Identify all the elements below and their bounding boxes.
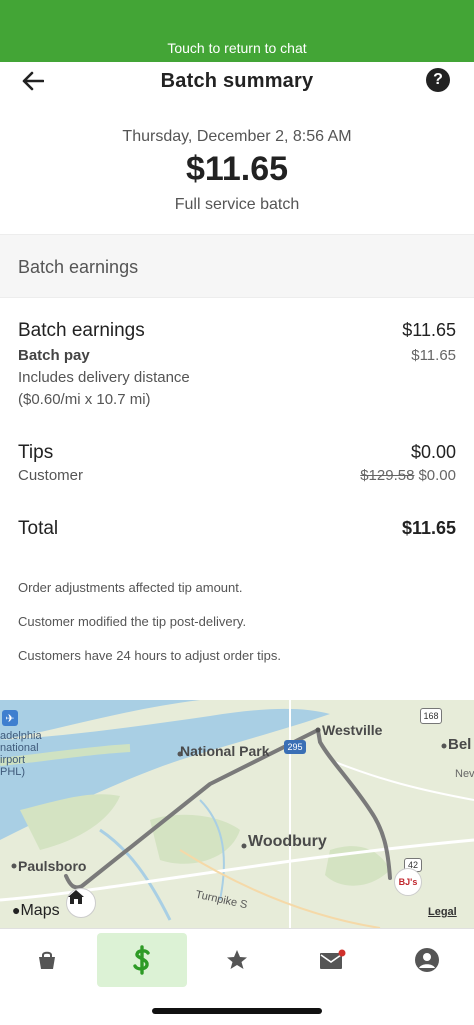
tab-ratings[interactable] [192, 933, 282, 987]
store-logo: BJ's [398, 877, 418, 887]
shopping-bag-icon [39, 951, 55, 969]
distance-row-1: Includes delivery distance [18, 369, 456, 389]
header-bar: Batch summary ? [0, 62, 474, 102]
account-icon [415, 948, 439, 972]
map-label-airport-1: adelphia [0, 730, 42, 742]
map-label-bel: Bel [448, 736, 472, 753]
star-icon [227, 950, 247, 969]
distance-text-2: ($0.60/mi x 10.7 mi) [18, 391, 151, 408]
map-label-airport-2: national [0, 742, 39, 754]
customer-tip-row: Customer $129.58 $0.00 [18, 467, 456, 487]
distance-row-2: ($0.60/mi x 10.7 mi) [18, 391, 456, 411]
note-24-hours: Customers have 24 hours to adjust order … [18, 648, 282, 663]
tab-earnings[interactable] [97, 933, 187, 987]
tips-amount: $0.00 [410, 442, 456, 462]
batch-date: Thursday, December 2, 8:56 AM [122, 128, 352, 145]
apple-maps-logo: ●Maps [12, 902, 60, 920]
total-label: Total [18, 518, 59, 539]
map-label-paulsboro: Paulsboro [18, 858, 87, 874]
batch-type: Full service batch [174, 196, 300, 213]
tips-label: Tips [18, 442, 54, 463]
distance-text-1: Includes delivery distance [18, 369, 190, 386]
total-amount: $11.65 [401, 518, 456, 538]
customer-tip-values: $129.58 $0.00 [360, 467, 456, 484]
map-label-woodbury: Woodbury [248, 833, 327, 850]
dollar-icon [133, 945, 150, 975]
tab-account[interactable] [382, 933, 472, 987]
home-marker[interactable] [66, 888, 96, 918]
note-tip-adjustment: Order adjustments affected tip amount. [18, 580, 243, 595]
earnings-row: Batch earnings $11.65 [18, 320, 456, 344]
customer-tip-label: Customer [18, 467, 84, 484]
map-label-airport-3: irport [0, 754, 26, 766]
earnings-label: Batch earnings [18, 320, 145, 341]
batch-pay-row: Batch pay $11.65 [18, 347, 456, 367]
mail-icon [320, 949, 346, 969]
help-button[interactable]: ? [426, 68, 450, 92]
store-marker[interactable]: BJ's [394, 868, 422, 896]
note-customer-modified: Customer modified the tip post-delivery. [18, 614, 247, 629]
home-icon [68, 890, 84, 904]
route-295-label: 295 [287, 742, 303, 752]
map-label-westville: Westville [322, 722, 383, 738]
customer-tip-original: $129.58 [360, 467, 415, 484]
map-label-airport-4: PHL) [0, 766, 26, 778]
route-168-label: 168 [423, 711, 439, 721]
unread-badge-dot [338, 949, 346, 957]
total-row: Total $11.65 [18, 518, 456, 542]
home-indicator [152, 1008, 322, 1014]
map-label-national-park: National Park [180, 743, 270, 759]
return-to-chat-banner[interactable]: Touch to return to chat [0, 0, 474, 62]
help-icon: ? [433, 71, 443, 88]
page-title: Batch summary [160, 70, 314, 92]
map-label-nev: Nev [455, 768, 474, 780]
maps-brand-text: Maps [20, 902, 60, 919]
batch-pay-amount: $11.65 [411, 347, 456, 364]
section-title: Batch earnings [18, 257, 139, 277]
section-header-batch-earnings: Batch earnings [0, 234, 474, 298]
route-shield-168: 168 [420, 708, 442, 724]
legal-link[interactable]: Legal [428, 906, 457, 918]
batch-total-amount: $11.65 [185, 150, 289, 188]
tab-shop[interactable] [2, 933, 92, 987]
route-map[interactable]: ✈ adelphia national irport PHL) Westvill… [0, 700, 474, 928]
earnings-amount: $11.65 [402, 320, 456, 340]
route-shield-295: 295 [284, 740, 306, 754]
tab-messages[interactable] [287, 933, 377, 987]
tips-row: Tips $0.00 [18, 442, 456, 466]
return-to-chat-text: Touch to return to chat [167, 40, 307, 56]
airport-icon: ✈ [2, 710, 18, 726]
batch-pay-label: Batch pay [18, 347, 90, 364]
customer-tip-amount: $0.00 [418, 467, 456, 484]
